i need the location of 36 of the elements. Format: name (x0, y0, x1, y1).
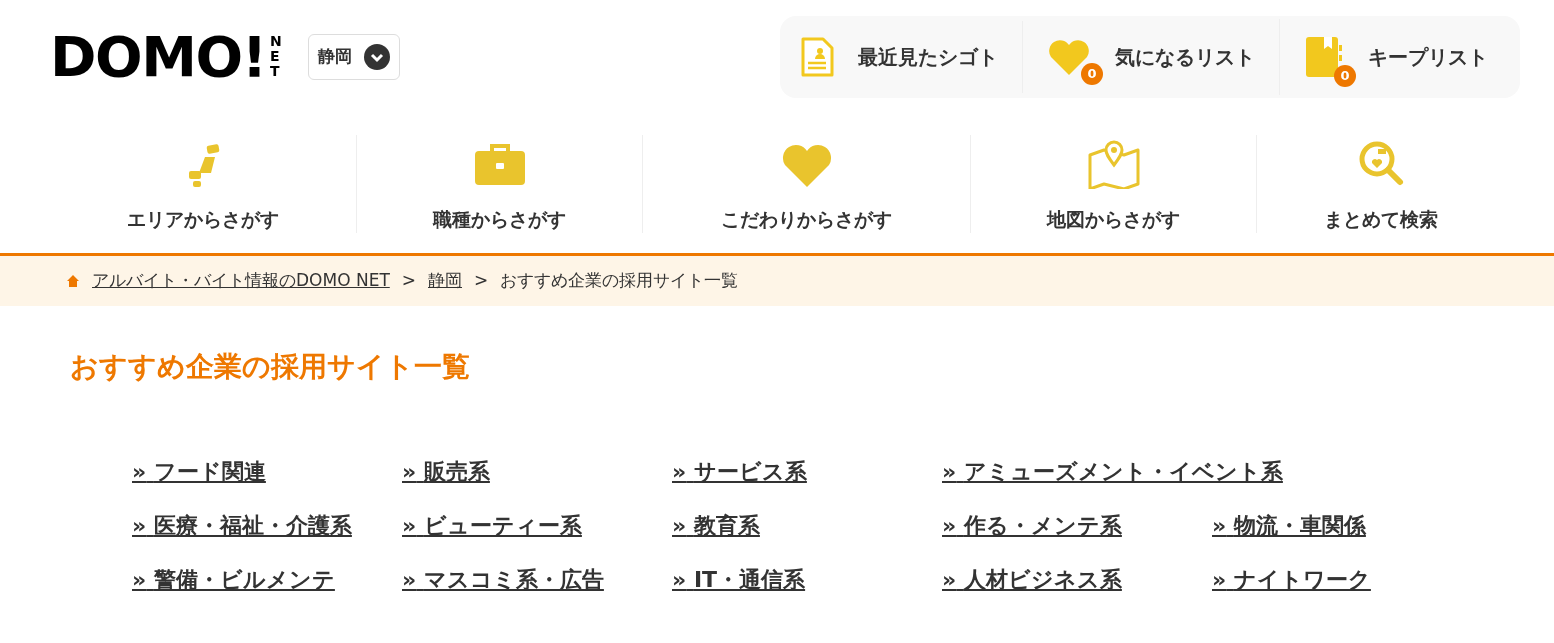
category-link[interactable]: » アミューズメント・イベント系 (942, 458, 1283, 486)
category-link[interactable]: » ナイトワーク (1212, 566, 1371, 594)
home-icon (66, 274, 80, 288)
category-link[interactable]: » 教育系 (672, 512, 760, 540)
category-link[interactable]: » マスコミ系・広告 (402, 566, 604, 594)
breadcrumb-link[interactable]: アルバイト・バイト情報のDOMO NET (92, 268, 390, 294)
category-link[interactable]: » 物流・車関係 (1212, 512, 1366, 540)
separator: > (401, 269, 416, 293)
category-link[interactable]: » 作る・メンテ系 (942, 512, 1122, 540)
nav-tab[interactable]: まとめて検索 (1256, 135, 1504, 233)
nav-tab[interactable]: こだわりからさがす (642, 135, 970, 233)
logo[interactable]: DOMO! (50, 28, 266, 85)
category-link[interactable]: » ビューティー系 (402, 512, 582, 540)
category-link[interactable]: » IT・通信系 (672, 566, 806, 594)
separator: > (474, 269, 489, 293)
count-badge: 0 (1334, 64, 1356, 87)
breadcrumb-link[interactable]: 静岡 (428, 268, 462, 294)
chevron-down-icon (363, 43, 390, 70)
page-title: おすすめ企業の採用サイト一覧 (69, 349, 471, 385)
category-link[interactable]: » 警備・ビルメンテ (132, 566, 335, 594)
category-link[interactable]: » サービス系 (672, 458, 807, 486)
region-select[interactable]: 静岡 (307, 33, 400, 80)
nav-tab[interactable]: エリアからさがす (50, 135, 356, 233)
category-link[interactable]: » 医療・福祉・介護系 (132, 512, 352, 540)
breadcrumb-current: おすすめ企業の採用サイト一覧 (500, 269, 739, 293)
quick-link[interactable]: 0 キープリスト (1304, 18, 1500, 95)
count-badge: 0 (1081, 62, 1103, 85)
logo-subtitle: NET (269, 34, 283, 79)
quick-link[interactable]: 0 気になるリスト (1047, 20, 1267, 93)
nav-tab[interactable]: 地図からさがす (970, 135, 1256, 233)
category-link[interactable]: » 販売系 (402, 458, 490, 486)
category-link[interactable]: » 人材ビジネス系 (942, 566, 1122, 594)
quick-link[interactable]: 最近見たシゴト (800, 20, 1010, 93)
category-link[interactable]: » フード関連 (132, 458, 266, 486)
nav-tab[interactable]: 職種からさがす (356, 135, 642, 233)
document-icon (800, 36, 834, 77)
